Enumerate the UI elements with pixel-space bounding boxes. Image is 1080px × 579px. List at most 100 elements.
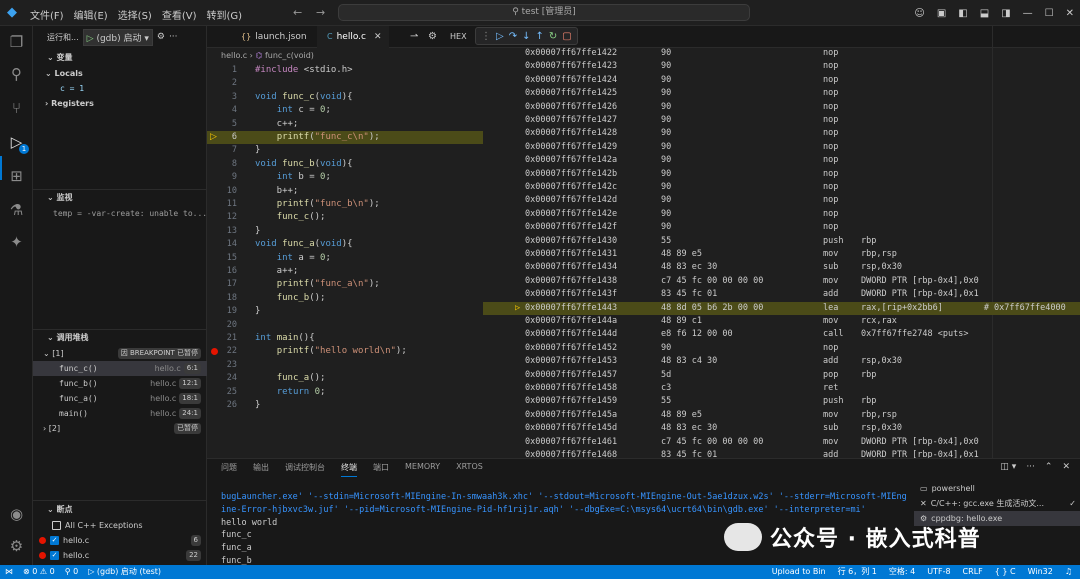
line-number[interactable]: 24 xyxy=(207,372,237,385)
code-line[interactable]: 14 void func_a(void){ xyxy=(207,238,483,251)
explorer-icon[interactable]: ❐ xyxy=(6,32,27,53)
language-mode[interactable]: { } C xyxy=(995,565,1016,579)
split-terminal-icon[interactable]: ◫ ▾ xyxy=(1000,462,1016,472)
disassembly-row[interactable]: 0x00007ff67ffe142b 90 nop xyxy=(483,168,1080,181)
tab-memory[interactable]: MEMORY xyxy=(405,462,440,477)
registers-scope[interactable]: › Registers xyxy=(33,96,207,111)
code-line[interactable]: 26} xyxy=(207,399,483,412)
step-out-icon[interactable]: ↑ xyxy=(535,31,543,42)
code-line[interactable]: 7} xyxy=(207,144,483,157)
line-number[interactable]: 13 xyxy=(207,225,237,238)
minimize-icon[interactable]: — xyxy=(1023,8,1033,19)
line-number[interactable]: 17 xyxy=(207,278,237,291)
disassembly-row[interactable]: 0x00007ff67ffe1429 90 nop xyxy=(483,141,1080,154)
disassembly-row[interactable]: 0x00007ff67ffe142e 90 nop xyxy=(483,208,1080,221)
line-number[interactable]: 19 xyxy=(207,305,237,318)
toggle-panel-icon[interactable]: ⬓ xyxy=(980,8,989,19)
disassembly-row[interactable]: 0x00007ff67ffe1434 48 83 ec 30 sub rsp,0x30 xyxy=(483,261,1080,274)
breadcrumb-function[interactable]: func_c(void) xyxy=(265,51,314,60)
search-icon[interactable]: ⚲ xyxy=(6,64,27,85)
settings-icon[interactable]: ⚙ xyxy=(428,31,437,42)
indentation[interactable]: 空格: 4 xyxy=(889,565,915,579)
breakpoint-item[interactable]: ✓ hello.c 22 xyxy=(33,548,207,563)
hex-toggle[interactable]: HEX xyxy=(450,32,467,41)
command-center-search[interactable]: ⚲ test [管理员] xyxy=(338,4,750,21)
code-line[interactable]: 15 int a = 0; xyxy=(207,252,483,265)
line-number[interactable]: 23 xyxy=(207,359,237,372)
problems-status[interactable]: ⊗ 0 ⚠ 0 xyxy=(23,565,55,579)
step-over-icon[interactable]: ↷ xyxy=(509,31,517,42)
account-icon[interactable]: ◉ xyxy=(6,504,27,525)
thread-2[interactable]: › [2] 已暂停 xyxy=(33,421,207,436)
toggle-secondary-icon[interactable]: ◨ xyxy=(1001,8,1010,19)
debug-status[interactable]: ▷ (gdb) 启动 (test) xyxy=(88,565,161,579)
menu-file[interactable]: 文件(F) xyxy=(30,7,64,22)
line-number[interactable]: 5 xyxy=(207,118,237,131)
stack-frame[interactable]: func_a() hello.c 18:1 xyxy=(33,391,207,406)
stack-frame[interactable]: main() hello.c 24:1 xyxy=(33,406,207,421)
disassembly-row[interactable]: 0x00007ff67ffe1453 48 83 c4 30 add rsp,0x30 xyxy=(483,355,1080,368)
variables-header[interactable]: ⌄ 变量 xyxy=(33,50,207,66)
copilot-icon[interactable]: ☺ xyxy=(914,8,924,19)
code-line[interactable]: 9 int b = 0; xyxy=(207,171,483,184)
code-line[interactable]: 12 func_c(); xyxy=(207,211,483,224)
code-line[interactable]: 4 int c = 0; xyxy=(207,104,483,117)
forward-icon[interactable]: → xyxy=(316,6,325,19)
run-debug-icon[interactable]: ▷ 1 xyxy=(6,132,29,154)
menu-edit[interactable]: 编辑(E) xyxy=(74,7,108,22)
tab-terminal[interactable]: 终端 xyxy=(341,462,357,477)
line-number[interactable]: 21 xyxy=(207,332,237,345)
checkbox[interactable] xyxy=(52,521,61,530)
tab-hello-c[interactable]: Chello.c ✕ xyxy=(317,26,389,48)
testing-icon[interactable]: ⚗ xyxy=(6,200,27,221)
terminal-item-gcc[interactable]: ✕ C/C++: gcc.exe 生成活动文... ✓ xyxy=(914,496,1080,511)
disassembly-row[interactable]: 0x00007ff67ffe1423 90 nop xyxy=(483,60,1080,73)
maximize-icon[interactable]: ☐ xyxy=(1045,8,1054,19)
disassembly-row[interactable]: 0x00007ff67ffe1425 90 nop xyxy=(483,87,1080,100)
disassembly-row[interactable]: 0x00007ff67ffe142f 90 nop xyxy=(483,221,1080,234)
ports-status[interactable]: ⚲ 0 xyxy=(65,565,79,579)
line-ending[interactable]: CRLF xyxy=(963,565,983,579)
disassembly-row[interactable]: 0x00007ff67ffe1430 55 push rbp xyxy=(483,235,1080,248)
checkbox[interactable]: ✓ xyxy=(50,551,59,560)
line-number[interactable]: 1 xyxy=(207,64,237,77)
source-control-icon[interactable]: ⑂ xyxy=(6,98,27,119)
code-line[interactable]: 22 printf("hello world\n"); xyxy=(207,345,483,358)
disassembly-row[interactable]: 0x00007ff67ffe1443 48 8d 05 b6 2b 00 00 le… xyxy=(483,301,1080,315)
toggle-sidebar-icon[interactable]: ◧ xyxy=(958,8,967,19)
line-number[interactable]: 14 xyxy=(207,238,237,251)
disassembly-row[interactable]: 0x00007ff67ffe1424 90 nop xyxy=(483,74,1080,87)
code-line[interactable]: 20 xyxy=(207,319,483,332)
disassembly-row[interactable]: 0x00007ff67ffe142c 90 nop xyxy=(483,181,1080,194)
code-line[interactable]: 3 void func_c(void){ xyxy=(207,91,483,104)
line-number[interactable]: 12 xyxy=(207,211,237,224)
thread-1[interactable]: ⌄ [1] 因 BREAKPOINT 已暂停 xyxy=(33,346,207,361)
back-icon[interactable]: ← xyxy=(293,6,302,19)
notifications-icon[interactable]: ♫ xyxy=(1065,565,1072,579)
remote-icon[interactable]: ✦ xyxy=(6,232,27,253)
line-number[interactable]: 2 xyxy=(207,77,237,90)
code-line[interactable]: 11 printf("func_b\n"); xyxy=(207,198,483,211)
locals-scope[interactable]: ⌄ Locals xyxy=(33,66,207,81)
settings-gear-icon[interactable]: ⚙ xyxy=(6,536,27,557)
line-number[interactable]: 16 xyxy=(207,265,237,278)
disassembly-row[interactable]: 0x00007ff67ffe1458 c3 ret xyxy=(483,382,1080,395)
line-number[interactable]: 25 xyxy=(207,386,237,399)
disassembly-row[interactable]: 0x00007ff67ffe1452 90 nop xyxy=(483,342,1080,355)
encoding[interactable]: UTF-8 xyxy=(927,565,950,579)
line-number[interactable]: 15 xyxy=(207,252,237,265)
disassembly-row[interactable]: 0x00007ff67ffe144d e8 f6 12 00 00 call 0x7f… xyxy=(483,328,1080,341)
disassembly-row[interactable]: 0x00007ff67ffe1422 90 nop xyxy=(483,47,1080,60)
disassembly-row[interactable]: 0x00007ff67ffe1428 90 nop xyxy=(483,127,1080,140)
code-line[interactable]: 25 return 0; xyxy=(207,386,483,399)
breadcrumb-file[interactable]: hello.c xyxy=(221,51,247,60)
disassembly-row[interactable]: 0x00007ff67ffe142a 90 nop xyxy=(483,154,1080,167)
layout-icon[interactable]: ▣ xyxy=(937,8,946,19)
upload-status[interactable]: Upload to Bin xyxy=(772,565,826,579)
code-line[interactable]: 8 void func_b(void){ xyxy=(207,158,483,171)
code-line[interactable]: 5 c++; xyxy=(207,118,483,131)
debug-config-select[interactable]: ▷ (gdb) 启动 ▾ xyxy=(82,28,153,46)
gear-icon[interactable]: ⚙ xyxy=(157,32,165,42)
line-number[interactable]: 10 xyxy=(207,185,237,198)
callstack-header[interactable]: ⌄ 调用堆栈 xyxy=(33,330,207,346)
